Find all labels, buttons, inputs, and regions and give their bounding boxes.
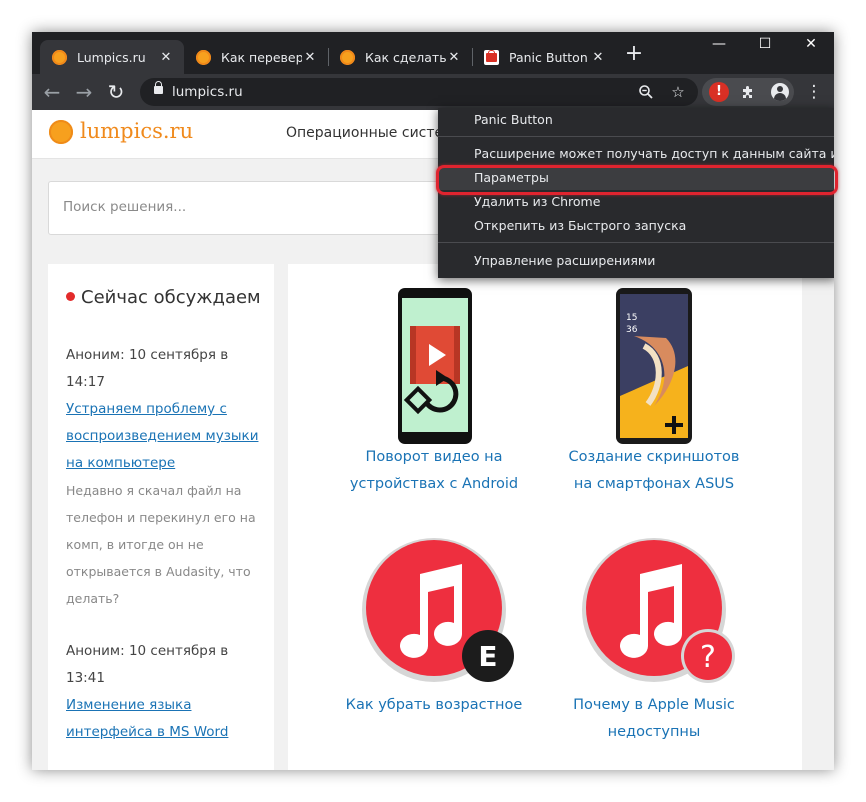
sidebar-heading: Сейчас обсуждаем [66, 284, 266, 311]
comment-item: Аноним: 10 сентября в 14:17 Устраняем пр… [66, 342, 266, 612]
site-search[interactable] [48, 181, 448, 235]
articles-grid: Поворот видео на устройствах с Android 1… [288, 264, 802, 770]
svg-text:36: 36 [626, 325, 638, 335]
article-card[interactable]: 15 36 Создание скриншотов на смартфонах … [564, 264, 744, 524]
zoom-icon[interactable] [636, 82, 656, 102]
comment-meta: Аноним: 10 сентября в 13:41 [66, 643, 229, 686]
comment-item: Аноним: 10 сентября в 13:41 Изменение яз… [66, 638, 266, 746]
menu-item-panic-button[interactable]: Panic Button [438, 108, 834, 132]
address-bar[interactable]: lumpics.ru ☆ [140, 78, 698, 106]
asus-screenshot-icon: 15 36 [616, 288, 692, 444]
article-title[interactable]: Как убрать возрастное [344, 692, 524, 719]
live-dot-icon [66, 292, 75, 301]
menu-divider [438, 242, 834, 243]
lock-icon[interactable] [154, 81, 163, 94]
apple-music-question-icon: ? [582, 538, 735, 683]
lumpics-logo-icon[interactable] [49, 120, 73, 144]
bookmark-star-icon[interactable]: ☆ [668, 82, 688, 102]
site-logo[interactable]: lumpics.ru [80, 119, 193, 143]
comment-article-link[interactable]: Изменение языка интерфейса в MS Word [66, 692, 266, 746]
lumpics-favicon-icon [52, 49, 67, 65]
article-card[interactable]: E Как убрать возрастное [344, 534, 524, 770]
tab-strip: Lumpics.ru ✕ Как переверну ✕ Как сделать… [32, 32, 834, 74]
profile-avatar-icon[interactable] [771, 83, 789, 101]
maximize-button[interactable]: ☐ [742, 32, 788, 56]
sidebar-title: Сейчас обсуждаем [81, 287, 261, 308]
android-video-rotate-icon [398, 288, 472, 444]
tab-panic-button[interactable]: Panic Button - ✕ [472, 40, 616, 74]
tab-title: Lumpics.ru [77, 49, 146, 65]
comment-article-link[interactable]: Устраняем проблему с воспроизведением му… [66, 396, 266, 477]
panic-button-extension-icon[interactable]: ! [709, 82, 729, 102]
menu-item-site-access[interactable]: Расширение может получать доступ к данны… [438, 142, 834, 166]
article-card[interactable]: Поворот видео на устройствах с Android [344, 264, 524, 524]
menu-item-unpin[interactable]: Открепить из Быстрого запуска [438, 214, 834, 238]
article-title[interactable]: Создание скриншотов на смартфонах ASUS [564, 444, 744, 498]
tab-close-icon[interactable]: ✕ [302, 50, 318, 65]
browser-window: Lumpics.ru ✕ Как переверну ✕ Как сделать… [32, 32, 834, 770]
itunes-explicit-icon: E [362, 538, 514, 682]
highlight-annotation [436, 165, 838, 195]
question-badge: ? [700, 640, 716, 675]
close-window-button[interactable]: ✕ [788, 32, 834, 56]
search-input[interactable] [63, 199, 423, 215]
panic-button-favicon-icon [484, 49, 499, 65]
tab-title: Как сделать ск [365, 49, 446, 65]
chrome-menu-icon[interactable]: ⋮ [802, 78, 826, 106]
tab-title: Panic Button - [509, 49, 590, 65]
new-tab-button[interactable]: + [622, 42, 646, 66]
forward-button[interactable]: → [70, 78, 98, 106]
tab-screenshot[interactable]: Как сделать ск ✕ [328, 40, 472, 74]
discussion-sidebar: Сейчас обсуждаем Аноним: 10 сентября в 1… [48, 264, 274, 770]
tab-rotate-video[interactable]: Как переверну ✕ [184, 40, 328, 74]
url-text: lumpics.ru [172, 84, 243, 100]
nav-operating-systems[interactable]: Операционные систе [286, 125, 443, 141]
menu-item-manage-extensions[interactable]: Управление расширениями [438, 249, 834, 273]
article-title[interactable]: Почему в Apple Music недоступны [564, 692, 744, 746]
lumpics-favicon-icon [196, 49, 211, 65]
svg-text:15: 15 [626, 313, 637, 323]
minimize-button[interactable]: — [696, 32, 742, 56]
tab-lumpics[interactable]: Lumpics.ru ✕ [40, 40, 184, 74]
article-title[interactable]: Поворот видео на устройствах с Android [344, 444, 524, 498]
back-button[interactable]: ← [38, 78, 66, 106]
explicit-badge: E [478, 640, 497, 673]
lumpics-favicon-icon [340, 49, 355, 65]
toolbar: ← → ↻ lumpics.ru ☆ ! ⋮ [32, 74, 834, 110]
comment-meta: Аноним: 10 сентября в 14:17 [66, 347, 229, 390]
tab-close-icon[interactable]: ✕ [590, 50, 606, 65]
comment-excerpt: Недавно я скачал файл на телефон и перек… [66, 483, 256, 606]
menu-divider [438, 136, 834, 137]
tab-close-icon[interactable]: ✕ [446, 50, 462, 65]
reload-button[interactable]: ↻ [102, 78, 130, 106]
article-card[interactable]: ? Почему в Apple Music недоступны [564, 534, 744, 770]
tab-close-icon[interactable]: ✕ [158, 50, 174, 65]
extensions-puzzle-icon[interactable] [736, 78, 760, 106]
tab-title: Как переверну [221, 49, 302, 65]
